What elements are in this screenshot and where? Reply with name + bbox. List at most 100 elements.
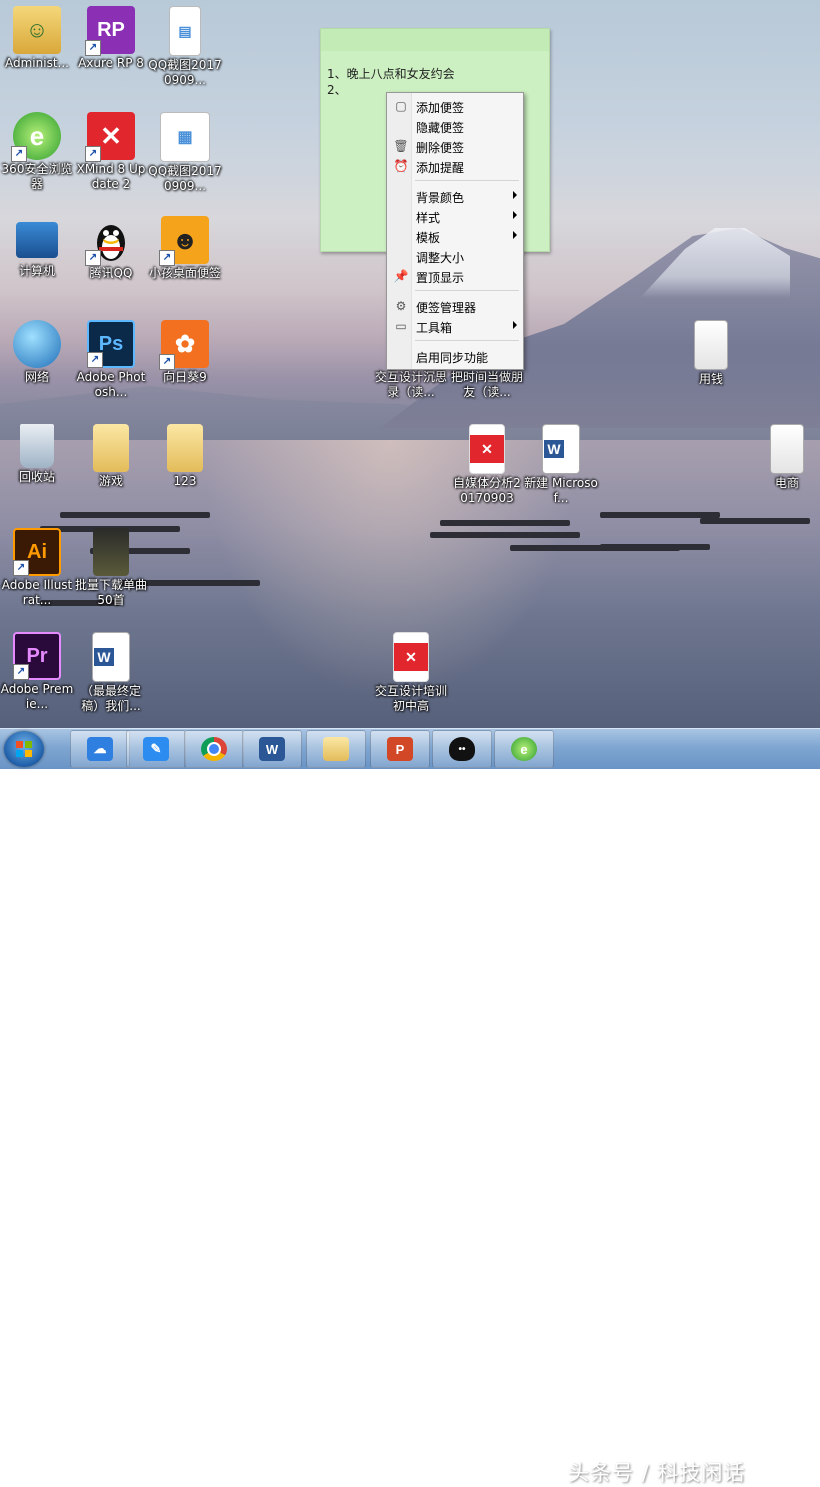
menu-item-label: 背景颜色 bbox=[416, 191, 465, 205]
desktop-icon-qq[interactable]: ↗ 腾讯QQ bbox=[74, 216, 148, 281]
submenu-arrow-icon bbox=[513, 231, 517, 239]
taskbar-app-360-browser[interactable]: e bbox=[494, 730, 554, 768]
icon-label: 游戏 bbox=[98, 474, 123, 488]
desktop-icon-qq-screenshot-1[interactable]: ▤ QQ截图20170909... bbox=[148, 6, 222, 88]
word-icon: W bbox=[259, 737, 285, 761]
desktop-icon-xmind[interactable]: ✕ ↗ XMind 8 Update 2 bbox=[74, 112, 148, 192]
icon-label: QQ截图20170909... bbox=[148, 164, 222, 193]
sticky-note-titlebar[interactable] bbox=[321, 29, 549, 51]
icon-label: 腾讯QQ bbox=[89, 266, 133, 280]
toolbox-icon: ▭ bbox=[395, 319, 407, 333]
desktop-icon-sunflower[interactable]: ✿ ↗ 向日葵9 bbox=[148, 320, 222, 385]
desktop-icon-administrator[interactable]: ☺ Administ... bbox=[0, 6, 74, 71]
menu-item-enable-sync[interactable]: 启用同步功能 bbox=[389, 346, 521, 366]
desktop-icon-360-browser[interactable]: e ↗ 360安全浏览器 bbox=[0, 112, 74, 192]
new-note-icon: ▢ bbox=[395, 99, 407, 113]
menu-item-add-note[interactable]: ▢ 添加便签 bbox=[389, 96, 521, 116]
taskbar-app-notes-pen[interactable]: ✎ bbox=[126, 730, 186, 768]
axure-icon: RP ↗ bbox=[85, 6, 135, 56]
shortcut-arrow-icon: ↗ bbox=[13, 664, 29, 680]
desktop[interactable]: ☺ Administ... RP ↗ Axure RP 8 ▤ QQ截图20170… bbox=[0, 0, 820, 728]
menu-item-note-manager[interactable]: ⚙ 便签管理器 bbox=[389, 296, 521, 316]
desktop-icon-final-draft-doc[interactable]: W （最最终定稿）我们... bbox=[74, 632, 148, 714]
sticky-note-line[interactable]: 1、晚上八点和女友约会 bbox=[327, 65, 455, 82]
trash-icon: 🗑 bbox=[393, 139, 409, 153]
desktop-icon-axure[interactable]: RP ↗ Axure RP 8 bbox=[74, 6, 148, 71]
desktop-icon-qq-screenshot-2[interactable]: ▦ QQ截图20170909... bbox=[148, 112, 222, 194]
menu-separator bbox=[415, 290, 519, 291]
xmind-file-icon: ✕ bbox=[469, 424, 505, 474]
desktop-icon-123-folder[interactable]: 123 bbox=[148, 424, 222, 489]
network-icon bbox=[13, 320, 61, 368]
wallpaper-raft bbox=[60, 512, 210, 518]
powerpoint-icon: P bbox=[387, 737, 413, 761]
start-button[interactable] bbox=[4, 731, 44, 767]
icon-label: 批量下载单曲50首 bbox=[74, 578, 147, 607]
menu-item-template[interactable]: 模板 bbox=[389, 226, 521, 246]
screenshot-image-icon: ▤ bbox=[169, 6, 201, 56]
desktop-icon-photoshop[interactable]: Ps ↗ Adobe Photosh... bbox=[74, 320, 148, 400]
desktop-icon-premiere[interactable]: Pr ↗ Adobe Premie... bbox=[0, 632, 74, 712]
icon-label: 用钱 bbox=[698, 372, 723, 386]
folder-icon bbox=[93, 424, 129, 472]
desktop-icon-computer[interactable]: 计算机 bbox=[0, 216, 74, 279]
icon-label: QQ截图20170909... bbox=[148, 58, 222, 87]
menu-item-background-color[interactable]: 背景颜色 bbox=[389, 186, 521, 206]
computer-icon bbox=[16, 222, 58, 258]
sticky-context-menu: ▢ 添加便签 隐藏便签 🗑 删除便签 ⏰ 添加提醒 背景颜色 样式 模板 调整大… bbox=[386, 92, 524, 370]
icon-label: 新建 Microsof... bbox=[524, 476, 598, 505]
folder-icon bbox=[167, 424, 203, 472]
desktop-icon-illustrator[interactable]: Ai ↗ Adobe Illustrat... bbox=[0, 528, 74, 608]
desktop-icon-games-folder[interactable]: 游戏 bbox=[74, 424, 148, 489]
menu-item-label: 添加提醒 bbox=[416, 161, 465, 175]
icon-label: XMind 8 Update 2 bbox=[76, 162, 146, 191]
menu-item-resize[interactable]: 调整大小 bbox=[389, 246, 521, 266]
desktop-icon-ecommerce-text[interactable]: 电商 bbox=[750, 424, 820, 491]
baidu-cloud-icon: ☁ bbox=[87, 737, 113, 761]
menu-item-style[interactable]: 样式 bbox=[389, 206, 521, 226]
menu-item-delete-note[interactable]: 🗑 删除便签 bbox=[389, 136, 521, 156]
menu-item-label: 工具箱 bbox=[416, 321, 453, 335]
sunflower-icon: ✿ ↗ bbox=[159, 320, 209, 370]
taskbar-app-explorer[interactable] bbox=[306, 730, 366, 768]
taskbar-app-qq[interactable]: •• bbox=[432, 730, 492, 768]
menu-item-pin-top[interactable]: 📌 置顶显示 bbox=[389, 266, 521, 286]
taskbar-app-word[interactable]: W bbox=[242, 730, 302, 768]
desktop-icon-interaction-training[interactable]: ✕ 交互设计培训 初中高 bbox=[374, 632, 448, 714]
menu-item-hide-note[interactable]: 隐藏便签 bbox=[389, 116, 521, 136]
menu-item-add-reminder[interactable]: ⏰ 添加提醒 bbox=[389, 156, 521, 176]
icon-label: 电商 bbox=[774, 476, 799, 490]
desktop-icon-network[interactable]: 网络 bbox=[0, 320, 74, 385]
word-doc-icon: W bbox=[542, 424, 580, 474]
sticky-note-line[interactable]: 2、 bbox=[327, 81, 347, 98]
alarm-clock-icon: ⏰ bbox=[393, 159, 409, 173]
shortcut-arrow-icon: ↗ bbox=[159, 250, 175, 266]
icon-label: 交互设计培训 初中高 bbox=[374, 684, 447, 713]
360-browser-icon: e ↗ bbox=[11, 112, 61, 162]
folder-icon bbox=[93, 528, 129, 576]
windows-logo-icon bbox=[16, 741, 32, 757]
illustrator-icon: Ai ↗ bbox=[13, 528, 61, 576]
desktop-icon-recycle-bin[interactable]: 回收站 bbox=[0, 424, 74, 485]
wallpaper-raft bbox=[700, 518, 810, 524]
desktop-icon-kid-notes[interactable]: ☻ ↗ 小孩桌面便签 bbox=[148, 216, 222, 281]
icon-label: 计算机 bbox=[18, 264, 55, 278]
xmind-file-icon: ✕ bbox=[393, 632, 429, 682]
taskbar-app-baidu-cloud[interactable]: ☁ bbox=[70, 730, 130, 768]
taskbar-app-powerpoint[interactable]: P bbox=[370, 730, 430, 768]
xmind-icon: ✕ ↗ bbox=[85, 112, 135, 162]
menu-item-toolbox[interactable]: ▭ 工具箱 bbox=[389, 316, 521, 336]
chrome-icon bbox=[201, 737, 227, 761]
360-browser-icon: e bbox=[511, 737, 537, 761]
desktop-icon-new-word-doc[interactable]: W 新建 Microsof... bbox=[524, 424, 598, 506]
shortcut-arrow-icon: ↗ bbox=[87, 352, 103, 368]
desktop-icon-money-text[interactable]: 用钱 bbox=[674, 320, 748, 387]
icon-label: 交互设计沉思录（读... bbox=[374, 370, 447, 399]
desktop-icon-batch-folder[interactable]: 批量下载单曲50首 bbox=[74, 528, 148, 608]
qq-icon: ↗ bbox=[85, 216, 135, 266]
icon-label: 小孩桌面便签 bbox=[148, 266, 221, 280]
menu-item-label: 便签管理器 bbox=[416, 301, 477, 315]
desktop-icon-media-analysis[interactable]: ✕ 自媒体分析20170903 bbox=[450, 424, 524, 506]
taskbar-app-chrome[interactable] bbox=[184, 730, 244, 768]
icon-label: （最最终定稿）我们... bbox=[80, 684, 141, 713]
